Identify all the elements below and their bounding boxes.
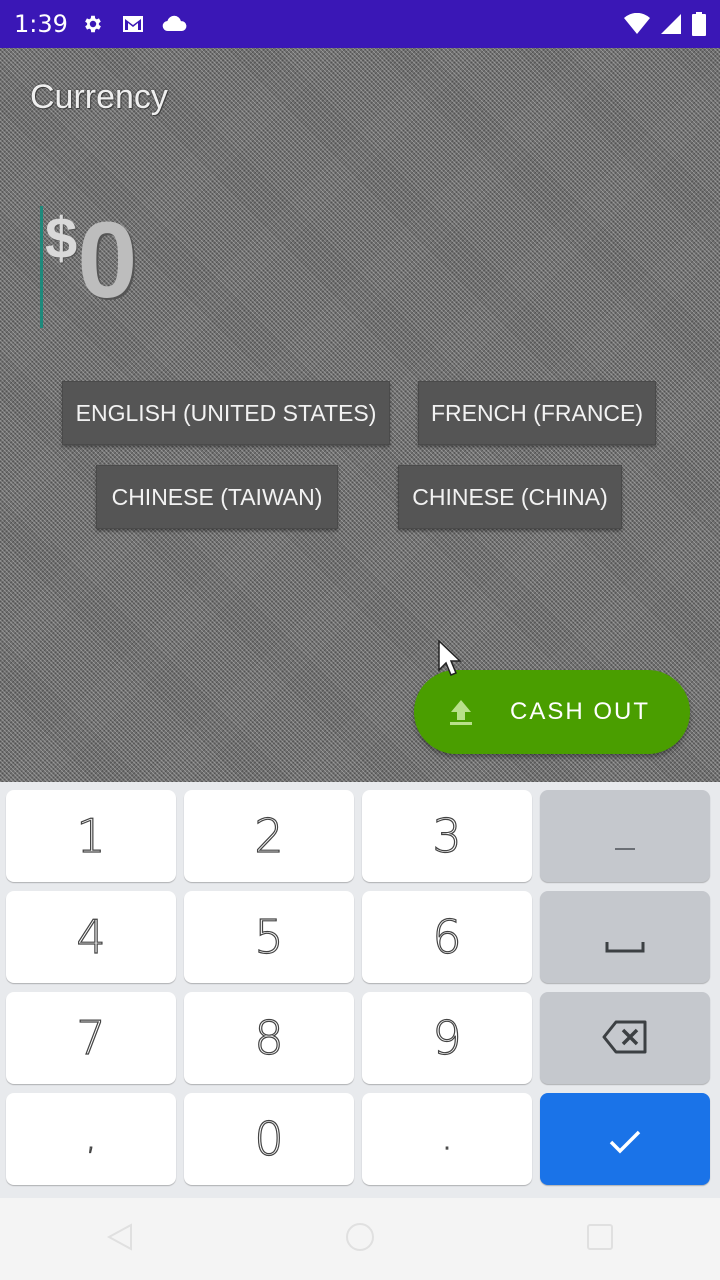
locale-button-english-us[interactable]: ENGLISH (UNITED STATES) (62, 381, 390, 445)
minus-icon (615, 809, 635, 863)
key-minus[interactable] (540, 790, 710, 882)
key-7[interactable]: 7 (6, 992, 176, 1084)
status-bar: 1:39 (0, 0, 720, 48)
key-6[interactable]: 6 (362, 891, 532, 983)
key-2[interactable]: 2 (184, 790, 354, 882)
numeric-keyboard: 1 2 3 4 5 6 7 8 9 , 0 . (0, 782, 720, 1198)
currency-symbol: $ (45, 206, 78, 271)
key-8[interactable]: 8 (184, 992, 354, 1084)
recents-icon[interactable] (585, 1222, 615, 1256)
signal-icon (660, 13, 682, 35)
currency-label: Currency (30, 78, 168, 116)
key-4[interactable]: 4 (6, 891, 176, 983)
checkmark-icon (608, 1112, 642, 1166)
mouse-pointer-icon (438, 639, 462, 682)
key-space[interactable] (540, 891, 710, 983)
key-backspace[interactable] (540, 992, 710, 1084)
key-9[interactable]: 9 (362, 992, 532, 1084)
text-cursor (40, 206, 43, 328)
upload-icon (446, 697, 476, 727)
backspace-icon (602, 1011, 648, 1065)
locale-button-chinese-china[interactable]: CHINESE (CHINA) (398, 465, 622, 529)
key-comma[interactable]: , (6, 1093, 176, 1185)
amount-value: 0 (77, 199, 138, 320)
space-icon (605, 910, 645, 964)
mail-icon (122, 15, 144, 33)
locale-button-french-france[interactable]: FRENCH (FRANCE) (418, 381, 656, 445)
locale-button-chinese-taiwan[interactable]: CHINESE (TAIWAN) (96, 465, 338, 529)
cash-out-label: CASH OUT (510, 698, 651, 725)
key-0[interactable]: 0 (184, 1093, 354, 1185)
back-icon[interactable] (105, 1222, 135, 1256)
battery-icon (692, 12, 706, 36)
currency-screen: Currency $ 0 ENGLISH (UNITED STATES) FRE… (0, 48, 720, 782)
home-icon[interactable] (344, 1221, 376, 1257)
key-3[interactable]: 3 (362, 790, 532, 882)
status-icons-left (82, 13, 188, 35)
key-period[interactable]: . (362, 1093, 532, 1185)
amount-input[interactable]: $ 0 (40, 206, 137, 330)
key-1[interactable]: 1 (6, 790, 176, 882)
cash-out-button[interactable]: CASH OUT (414, 670, 690, 754)
cloud-icon (162, 15, 188, 33)
status-icons-right (624, 12, 706, 36)
navigation-bar (0, 1198, 720, 1280)
gear-icon (82, 13, 104, 35)
status-time: 1:39 (14, 10, 68, 38)
key-5[interactable]: 5 (184, 891, 354, 983)
key-done[interactable] (540, 1093, 710, 1185)
wifi-icon (624, 13, 650, 35)
